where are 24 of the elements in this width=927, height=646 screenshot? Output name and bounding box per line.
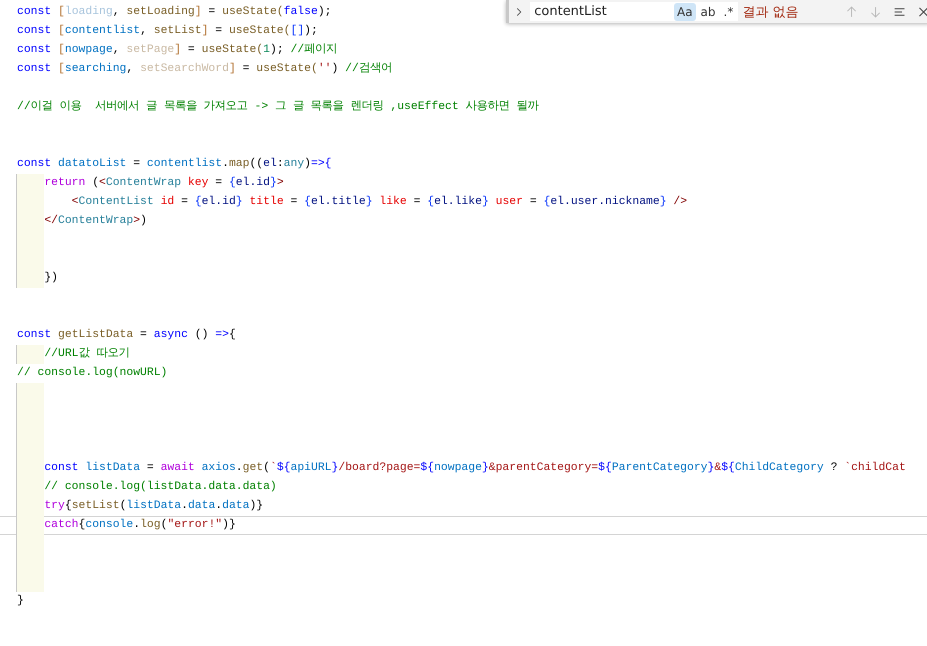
code-line: const [loading, setLoading] = useState(false); xyxy=(17,6,332,18)
code-line: catch{console.log("error!")} xyxy=(43,519,236,531)
code-line: } xyxy=(17,595,24,607)
whole-word-toggle[interactable]: ab xyxy=(698,2,719,20)
code-line: try{setList(listData.data.data)} xyxy=(43,500,264,512)
code-line: const [nowpage, setPage] = useState(1); //페이지 xyxy=(17,44,338,56)
code-line: // console.log(nowURL) xyxy=(17,367,168,379)
close-icon[interactable] xyxy=(916,4,927,18)
find-field[interactable]: contentList Aa ab .* xyxy=(530,2,738,21)
code-line: <ContentList id = {el.id} title = {el.title} like = {el.like} user = {el.user.nickname} /> xyxy=(70,196,688,208)
no-results-text: 결과 없음 xyxy=(742,4,798,20)
regex-toggle[interactable]: .* xyxy=(720,2,736,20)
code-line: const [searching, setSearchWord] = useState('') //검색어 xyxy=(17,63,392,75)
match-case-toggle[interactable]: Aa xyxy=(674,2,696,20)
code-line: const [contentlist, setList] = useState([]); xyxy=(17,25,318,37)
code-line: //이걸 이용 서버에서 글 목록을 가져오고 -> 그 글 목록을 렌더링 ,useEffect 사용하면 될까 xyxy=(17,101,538,113)
code-line: //URL값 따오기 xyxy=(43,348,130,360)
code-line: const listData = await axios.get(`${apiURL}/board?page=${nowpage}&parentCategory=${ParentCategory}&${ChildCategory ? `childCat xyxy=(43,462,906,474)
code-line: return (<ContentWrap key = {el.id}> xyxy=(43,177,284,189)
code-line: </ContentWrap>) xyxy=(43,215,147,227)
code-line: const getListData = async () =>{ xyxy=(17,329,236,341)
code-line: // console.log(listData.data.data) xyxy=(43,481,277,493)
code-line: const datatoList = contentlist.map((el:any)=>{ xyxy=(17,158,332,170)
code-line: }) xyxy=(43,272,58,284)
